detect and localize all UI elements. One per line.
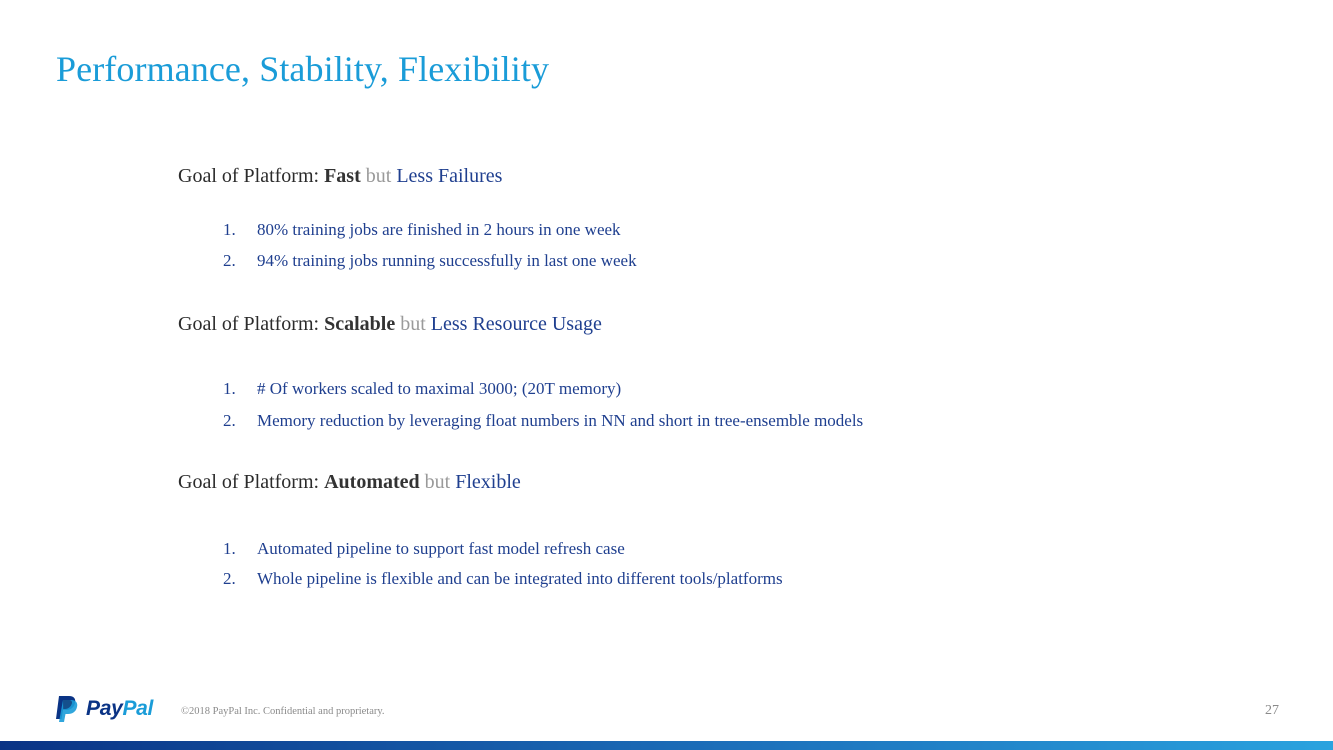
list-item: 2. Memory reduction by leveraging float n… xyxy=(223,411,863,431)
paypal-wordmark-pal: Pal xyxy=(122,697,154,720)
list-item: 1. 80% training jobs are finished in 2 ho… xyxy=(223,220,621,240)
goal-connector: but xyxy=(400,313,426,335)
copyright-notice: ©2018 PayPal Inc. Confidential and propr… xyxy=(181,706,385,717)
goal-keyword: Fast xyxy=(324,165,361,187)
page-number: 27 xyxy=(1265,703,1279,718)
goal-keyword: Automated xyxy=(324,471,420,493)
goal-label: Goal of Platform: xyxy=(178,471,320,493)
paypal-logo: PayPal xyxy=(54,695,153,723)
paypal-logo-icon xyxy=(56,696,78,722)
list-text: Automated pipeline to support fast model… xyxy=(257,539,625,558)
list-number: 1. xyxy=(223,539,236,558)
goal-label: Goal of Platform: xyxy=(178,165,320,187)
bottom-brand-bar xyxy=(0,741,1333,750)
list-item: 2. 94% training jobs running successfully… xyxy=(223,251,637,271)
goal-connector: but xyxy=(365,165,392,187)
goal-connector: but xyxy=(424,471,451,493)
list-number: 1. xyxy=(223,220,236,239)
list-text: 94% training jobs running successfully i… xyxy=(257,251,637,270)
list-number: 2. xyxy=(223,569,236,588)
goal-heading: Goal of Platform: Automated but Flexible xyxy=(178,470,1178,494)
goal-tail: Less Failures xyxy=(396,165,503,187)
list-number: 2. xyxy=(223,411,236,430)
list-item: 1. # Of workers scaled to maximal 3000; (… xyxy=(223,379,621,399)
goal-section-automated: Goal of Platform: Automated but Flexible… xyxy=(178,470,1178,588)
goal-keyword: Scalable xyxy=(324,313,396,335)
list-text: Memory reduction by leveraging float num… xyxy=(257,411,864,430)
goal-section-scalable: Goal of Platform: Scalable but Less Reso… xyxy=(178,312,1178,430)
list-number: 1. xyxy=(223,379,236,398)
goal-heading: Goal of Platform: Scalable but Less Reso… xyxy=(178,312,1178,336)
list-text: Whole pipeline is flexible and can be in… xyxy=(257,569,783,588)
list-number: 2. xyxy=(223,251,236,270)
list-item: 1. Automated pipeline to support fast mod… xyxy=(223,539,625,559)
goal-heading: Goal of Platform: Fast but Less Failures xyxy=(178,164,1178,188)
goal-label: Goal of Platform: xyxy=(178,313,320,335)
paypal-wordmark-pay: Pay xyxy=(86,697,123,720)
goal-section-fast: Goal of Platform: Fast but Less Failures… xyxy=(178,164,1178,270)
goal-tail: Flexible xyxy=(455,471,521,493)
list-text: # Of workers scaled to maximal 3000; (20… xyxy=(257,379,622,398)
slide-title: Performance, Stability, Flexibility xyxy=(56,49,550,89)
list-text: 80% training jobs are finished in 2 hour… xyxy=(257,220,621,239)
list-item: 2. Whole pipeline is flexible and can be … xyxy=(223,569,783,589)
paypal-wordmark: PayPal xyxy=(86,697,153,721)
goal-tail: Less Resource Usage xyxy=(430,313,602,335)
